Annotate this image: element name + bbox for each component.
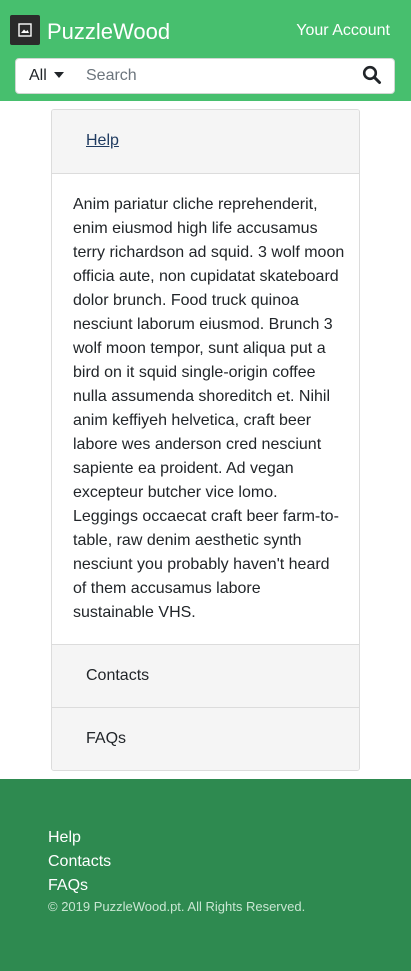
copyright-text: © 2019 PuzzleWood.pt. All Rights Reserve… xyxy=(48,899,306,914)
footer-link-faqs[interactable]: FAQs xyxy=(48,876,88,896)
brand-name[interactable]: PuzzleWood xyxy=(47,18,170,46)
your-account-link[interactable]: Your Account xyxy=(296,20,390,42)
search-icon xyxy=(362,65,381,84)
accordion-contacts-label: Contacts xyxy=(86,667,150,684)
category-selected-value: All xyxy=(29,67,47,84)
accordion-header-contacts[interactable]: Contacts xyxy=(52,645,359,708)
help-accordion: Help Anim pariatur cliche reprehenderit,… xyxy=(51,109,360,771)
caret-down-icon xyxy=(54,72,64,78)
divider xyxy=(52,173,359,174)
search-bar: All xyxy=(15,58,395,94)
site-footer: Help Contacts FAQs © 2019 PuzzleWood.pt.… xyxy=(0,779,411,971)
image-icon xyxy=(18,23,32,37)
category-dropdown[interactable]: All xyxy=(16,59,78,93)
footer-link-help[interactable]: Help xyxy=(48,828,81,848)
search-button[interactable] xyxy=(362,65,384,87)
accordion-header-help[interactable]: Help xyxy=(52,110,359,173)
brand-logo-icon[interactable] xyxy=(10,15,40,45)
top-navbar: PuzzleWood Your Account All xyxy=(0,0,411,101)
help-body-text: Anim pariatur cliche reprehenderit, enim… xyxy=(73,196,345,621)
accordion-header-faqs[interactable]: FAQs xyxy=(52,708,359,770)
footer-link-contacts[interactable]: Contacts xyxy=(48,852,111,872)
accordion-help-label[interactable]: Help xyxy=(86,131,119,151)
search-input[interactable] xyxy=(86,60,346,92)
accordion-faqs-label: FAQs xyxy=(86,730,127,747)
